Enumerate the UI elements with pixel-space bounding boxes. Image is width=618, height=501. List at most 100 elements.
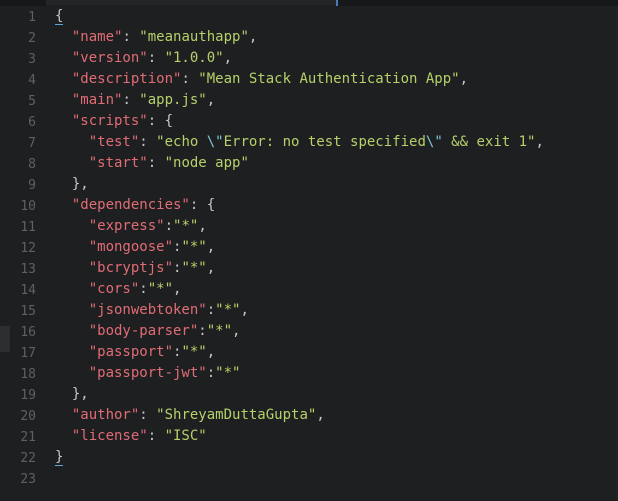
code-token-key: "start" [88,155,148,171]
code-token-punct [55,218,89,234]
line-number: 17 [20,346,36,361]
code-line: }, [55,384,618,405]
code-token-key: "cors" [88,281,140,297]
code-editor[interactable]: 1 2 3 4 5 6 7 8 9 10 11 12 13 14 15 16 17 18 19 20 21 22 23 { … [0,0,618,501]
code-token-punct [55,71,72,87]
code-token-punct: , [535,134,544,150]
code-token-punct: }, [55,176,89,192]
code-token-punct: : [139,281,148,297]
code-token-str: "*" [206,323,233,339]
line-number: 8 [28,157,36,172]
code-token-punct: : [206,302,216,318]
code-token-punct [55,281,89,297]
line-number: 13 [20,262,36,277]
code-token-key: "body-parser" [88,323,199,339]
code-token-key: "bcryptjs" [88,260,174,276]
code-line: } [55,447,618,468]
line-number: 16 [20,325,36,340]
code-line: "jsonwebtoken":"*", [55,300,618,321]
code-token-punct: , [206,239,216,255]
code-token-punct [55,344,89,360]
code-token-punct [55,365,89,381]
code-token-key: "mongoose" [88,239,174,255]
code-token-key: "jsonwebtoken" [88,302,207,318]
code-token-str: "node app" [164,155,249,171]
code-line: }, [55,174,618,195]
code-token-punct: : { [147,113,174,129]
code-token-punct [55,239,89,255]
code-token-punct: : [147,155,165,171]
code-token-brace: } [55,449,64,466]
code-token-punct: }, [55,386,89,402]
code-token-punct: : [147,50,165,66]
code-token-brace: { [55,8,64,25]
code-token-key: "license" [71,428,148,444]
code-token-punct: , [206,344,216,360]
code-token-punct: , [206,260,216,276]
code-line: "version": "1.0.0", [55,48,618,69]
code-token-punct [55,134,89,150]
line-number: 10 [20,199,36,214]
line-number: 6 [28,115,36,130]
code-line: "name": "meanauthapp", [55,27,618,48]
line-number: 5 [28,94,36,109]
line-number: 20 [20,409,36,424]
code-token-key: "author" [71,407,140,423]
code-token-punct: , [198,218,207,234]
code-token-str: "ISC" [164,428,207,444]
code-token-str: Error: no test specified [223,134,426,150]
code-area[interactable]: { "name": "meanauthapp", "version": "1.0… [55,6,618,489]
code-token-punct: , [206,92,216,108]
code-token-punct [55,197,72,213]
line-number-gutter: 1 2 3 4 5 6 7 8 9 10 11 12 13 14 15 16 17 18 19 20 21 22 23 [0,6,46,501]
code-token-punct: , [316,407,325,423]
code-line: "scripts": { [55,111,618,132]
line-number: 23 [20,472,36,487]
code-token-key: "description" [71,71,182,87]
code-line: "description": "Mean Stack Authenticatio… [55,69,618,90]
code-token-punct: : [122,29,140,45]
code-token-key: "main" [71,92,123,108]
code-token-punct [55,260,89,276]
code-line: "body-parser":"*", [55,321,618,342]
code-token-key: "scripts" [71,113,148,129]
code-token-punct [55,113,72,129]
code-line: "passport":"*", [55,342,618,363]
code-token-str: "*" [215,302,241,318]
code-token-punct [55,407,72,423]
code-token-str: "Mean Stack Authentication App" [198,71,460,87]
code-token-esc: \" [206,134,224,150]
code-token-punct: , [248,29,258,45]
code-token-punct: , [173,281,182,297]
code-token-str: "*" [181,344,207,360]
code-token-str: "*" [181,260,207,276]
code-token-punct [55,92,72,108]
code-token-punct [55,302,89,318]
line-number: 12 [20,241,36,256]
code-token-str: "*" [147,281,174,297]
code-line: "start": "node app" [55,153,618,174]
line-number: 7 [28,136,36,151]
code-token-punct: : [139,134,157,150]
code-token-punct: : [181,71,199,87]
code-token-key: "version" [71,50,148,66]
code-token-punct: : [122,92,140,108]
line-number: 15 [20,304,36,319]
code-line: { [55,6,618,27]
code-line: "passport-jwt":"*" [55,363,618,384]
code-line: "test": "echo \"Error: no test specified… [55,132,618,153]
code-token-str: "*" [173,218,199,234]
code-token-punct: : [164,218,174,234]
code-token-punct [55,155,89,171]
code-line: "bcryptjs":"*", [55,258,618,279]
code-token-key: "test" [88,134,140,150]
line-number: 9 [28,178,36,193]
code-line: "dependencies": { [55,195,618,216]
code-line: "mongoose":"*", [55,237,618,258]
code-line: "license": "ISC" [55,426,618,447]
code-token-punct [55,50,72,66]
code-token-punct: : [198,323,207,339]
code-token-str: "meanauthapp" [139,29,249,45]
line-number: 21 [20,430,36,445]
